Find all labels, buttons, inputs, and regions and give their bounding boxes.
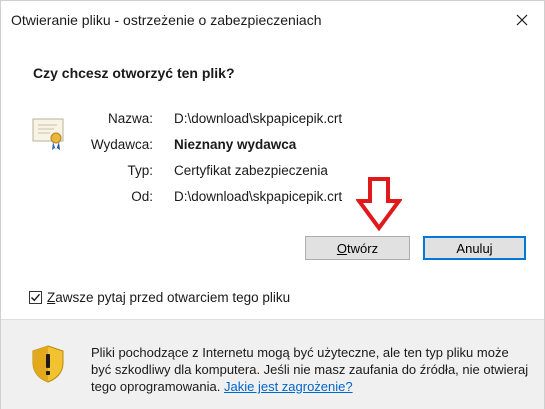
field-name: Nazwa: D:\download\skpapicepik.crt (53, 111, 353, 129)
field-publisher: Wydawca: Nieznany wydawca (53, 137, 353, 155)
open-button[interactable]: Otwórz (305, 236, 410, 260)
field-from: Od: D:\download\skpapicepik.crt (53, 189, 353, 207)
annotation-arrow-icon (356, 177, 402, 231)
close-icon (516, 14, 528, 26)
cancel-button[interactable]: Anuluj (423, 236, 526, 260)
field-name-value: D:\download\skpapicepik.crt (174, 111, 343, 126)
checkmark-icon (31, 293, 41, 302)
open-button-accel: O (336, 240, 348, 256)
dialog-question: Czy chcesz otworzyć ten plik? (33, 65, 235, 81)
security-warning-dialog: Otwieranie pliku - ostrzeżenie o zabezpi… (0, 0, 545, 409)
field-publisher-value: Nieznany wydawca (174, 137, 297, 152)
close-button[interactable] (500, 1, 544, 39)
warning-message: Pliki pochodzące z Internetu mogą być uż… (91, 344, 531, 395)
field-from-value: D:\download\skpapicepik.crt (174, 189, 343, 204)
shield-warning-icon (32, 345, 64, 383)
title-bar: Otwieranie pliku - ostrzeżenie o zabezpi… (1, 1, 544, 39)
field-publisher-label: Wydawca: (90, 137, 153, 152)
open-button-label: twórz (347, 240, 379, 256)
risk-info-link[interactable]: Jakie jest zagrożenie? (224, 379, 353, 394)
field-type-label: Typ: (127, 163, 153, 178)
always-ask-label-accel: Z (47, 290, 56, 305)
field-type-value: Certyfikat zabezpieczenia (174, 163, 328, 178)
cancel-button-label: Anuluj (456, 240, 493, 256)
always-ask-checkbox[interactable] (29, 291, 42, 304)
always-ask-label: awsze pytaj przed otwarciem tego pliku (55, 290, 291, 305)
field-from-label: Od: (131, 189, 153, 204)
field-name-label: Nazwa: (107, 111, 153, 126)
field-type: Typ: Certyfikat zabezpieczenia (53, 163, 353, 181)
always-ask-option[interactable]: Zawsze pytaj przed otwarciem tego pliku (29, 290, 290, 305)
window-title: Otwieranie pliku - ostrzeżenie o zabezpi… (11, 12, 322, 28)
